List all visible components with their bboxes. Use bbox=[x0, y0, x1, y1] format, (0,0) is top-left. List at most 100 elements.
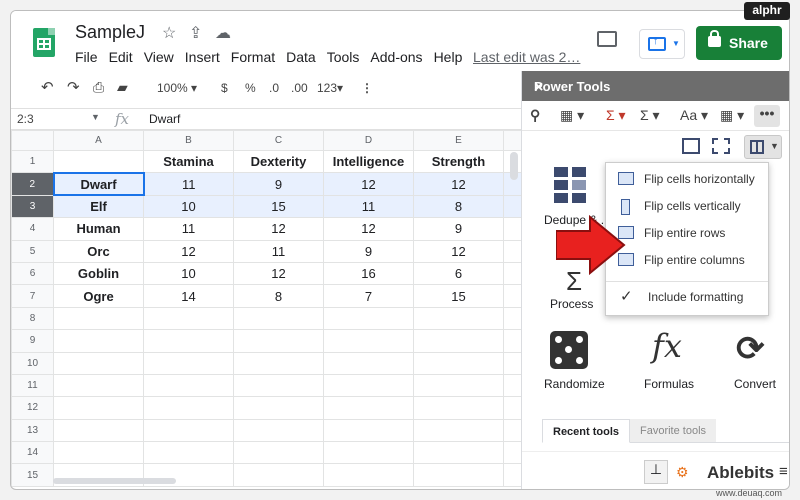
cell[interactable]: Ogre bbox=[53, 284, 144, 308]
find-icon[interactable]: ⚲ bbox=[530, 107, 540, 124]
cell[interactable]: 12 bbox=[233, 261, 324, 286]
cell[interactable] bbox=[413, 463, 504, 487]
formula-input[interactable]: Dwarf bbox=[149, 112, 180, 126]
menu-edit[interactable]: Edit bbox=[109, 49, 133, 65]
row-header[interactable]: 10 bbox=[11, 351, 54, 375]
grid-icon[interactable]: ▦ ▾ bbox=[720, 107, 744, 124]
row-header[interactable]: 1 bbox=[11, 149, 54, 174]
pin-icon[interactable]: ⊥ bbox=[644, 460, 668, 484]
sigma-icon[interactable]: Σ ▾ bbox=[640, 107, 660, 124]
convert-range-icon[interactable] bbox=[712, 138, 730, 154]
cell[interactable]: 12 bbox=[233, 217, 324, 241]
cell[interactable] bbox=[323, 463, 414, 487]
process-tile-label[interactable]: Process bbox=[550, 297, 593, 311]
cell[interactable]: 12 bbox=[413, 239, 504, 263]
cell[interactable] bbox=[413, 418, 504, 443]
increase-decimal-button[interactable]: .00 bbox=[291, 81, 308, 95]
cell[interactable]: Goblin bbox=[53, 261, 144, 286]
cell[interactable] bbox=[233, 396, 324, 420]
dedupe-icon[interactable] bbox=[554, 167, 590, 203]
column-header[interactable]: A bbox=[53, 130, 144, 151]
row-header[interactable]: 8 bbox=[11, 306, 54, 331]
cell[interactable]: 12 bbox=[323, 217, 414, 241]
row-header[interactable]: 2 bbox=[11, 172, 54, 196]
cell[interactable] bbox=[323, 351, 414, 375]
cell[interactable]: 14 bbox=[143, 284, 234, 308]
percent-button[interactable]: % bbox=[245, 81, 256, 95]
cell[interactable] bbox=[413, 351, 504, 375]
cell[interactable]: Orc bbox=[53, 239, 144, 263]
cell[interactable] bbox=[143, 329, 234, 353]
row-header[interactable]: 13 bbox=[11, 418, 54, 443]
name-box[interactable]: 2:3 bbox=[17, 112, 34, 126]
cell[interactable] bbox=[323, 373, 414, 398]
share-button[interactable]: Share bbox=[696, 26, 782, 60]
randomize-tile-label[interactable]: Randomize bbox=[544, 377, 605, 391]
cell[interactable] bbox=[413, 373, 504, 398]
spreadsheet-grid[interactable]: A B C D E 1 Stamina Dexterity Intelligen… bbox=[11, 130, 522, 487]
tab-favorite-tools[interactable]: Favorite tools bbox=[630, 419, 717, 442]
column-header[interactable]: C bbox=[233, 130, 324, 151]
cell[interactable]: 8 bbox=[233, 284, 324, 308]
cell[interactable]: 15 bbox=[413, 284, 504, 308]
flip-button[interactable]: ▼ bbox=[744, 135, 782, 159]
convert-tile-label[interactable]: Convert bbox=[734, 377, 776, 391]
row-header[interactable]: 15 bbox=[11, 463, 54, 487]
comment-history-icon[interactable] bbox=[597, 31, 617, 47]
menu-item-flip-horizontally[interactable]: Flip cells horizontally bbox=[606, 166, 768, 192]
menu-item-include-formatting[interactable]: ✓ Include formatting bbox=[606, 284, 768, 310]
cell[interactable] bbox=[53, 306, 144, 331]
cell[interactable]: Human bbox=[53, 217, 144, 241]
row-header[interactable]: 6 bbox=[11, 261, 54, 286]
text-case-icon[interactable]: Aa ▾ bbox=[680, 107, 708, 124]
cell[interactable] bbox=[233, 306, 324, 331]
cell[interactable] bbox=[323, 306, 414, 331]
row-header[interactable]: 7 bbox=[11, 284, 54, 308]
randomize-tile[interactable] bbox=[550, 331, 588, 369]
cell[interactable] bbox=[413, 441, 504, 465]
present-button[interactable]: ▼ bbox=[639, 29, 685, 59]
cell[interactable]: 12 bbox=[143, 239, 234, 263]
cell[interactable]: 7 bbox=[323, 284, 414, 308]
cell[interactable] bbox=[323, 329, 414, 353]
currency-button[interactable]: $ bbox=[221, 81, 228, 95]
cell[interactable]: 10 bbox=[143, 194, 234, 219]
cell[interactable] bbox=[413, 306, 504, 331]
cell[interactable] bbox=[143, 441, 234, 465]
vertical-scrollbar[interactable] bbox=[510, 152, 518, 180]
horizontal-scrollbar[interactable] bbox=[53, 478, 176, 484]
cell[interactable] bbox=[53, 396, 144, 420]
menu-item-flip-vertically[interactable]: Flip cells vertically bbox=[606, 193, 768, 219]
cell[interactable] bbox=[143, 396, 234, 420]
cell[interactable] bbox=[233, 441, 324, 465]
last-edit-link[interactable]: Last edit was 2… bbox=[473, 49, 580, 65]
menu-help[interactable]: Help bbox=[434, 49, 463, 65]
convert-icon[interactable]: ⟳ bbox=[736, 329, 765, 369]
menu-item-flip-rows[interactable]: Flip entire rows bbox=[606, 220, 768, 246]
undo-icon[interactable]: ↶ bbox=[41, 78, 54, 96]
chevron-down-icon[interactable]: ▼ bbox=[91, 112, 100, 122]
cell[interactable]: 8 bbox=[413, 194, 504, 219]
cell[interactable] bbox=[53, 329, 144, 353]
cell[interactable] bbox=[143, 306, 234, 331]
cell[interactable]: Intelligence bbox=[323, 149, 414, 174]
print-icon[interactable]: ⎙ bbox=[93, 79, 104, 96]
cell[interactable] bbox=[53, 149, 144, 174]
cell[interactable]: 11 bbox=[233, 239, 324, 263]
menu-file[interactable]: File bbox=[75, 49, 98, 65]
column-header[interactable]: B bbox=[143, 130, 234, 151]
cell[interactable]: 12 bbox=[323, 172, 414, 196]
cell[interactable] bbox=[143, 351, 234, 375]
sheets-logo-icon[interactable] bbox=[33, 28, 55, 57]
menu-format[interactable]: Format bbox=[231, 49, 275, 65]
cell[interactable]: Dwarf bbox=[52, 171, 145, 197]
move-to-drive-icon[interactable]: ⇪ bbox=[189, 23, 202, 43]
menu-view[interactable]: View bbox=[144, 49, 174, 65]
menu-data[interactable]: Data bbox=[286, 49, 316, 65]
cell[interactable]: 16 bbox=[323, 261, 414, 286]
cell[interactable]: 9 bbox=[413, 217, 504, 241]
cell[interactable]: Strength bbox=[413, 149, 504, 174]
cell[interactable] bbox=[323, 441, 414, 465]
more-toolbar-icon[interactable]: ⋮ bbox=[361, 81, 373, 95]
row-header[interactable]: 11 bbox=[11, 373, 54, 398]
